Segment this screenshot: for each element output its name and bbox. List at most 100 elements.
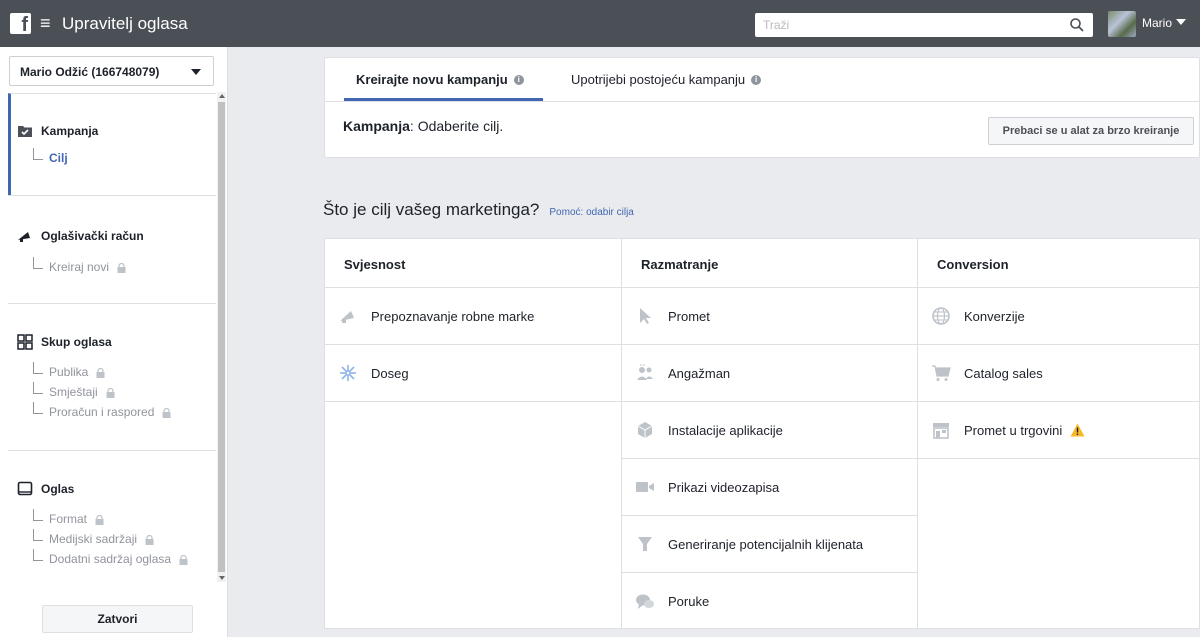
question-text: Što je cilj vašeg marketinga? [323, 200, 540, 219]
lock-icon [145, 534, 154, 545]
facebook-logo-icon[interactable]: f [10, 13, 31, 34]
user-name[interactable]: Mario [1142, 16, 1172, 30]
column-header: Razmatranje [622, 239, 917, 288]
sidebar-item-dodatni-sadrzaj[interactable]: Dodatni sadržaj oglasa [33, 549, 188, 566]
objective-label: Promet [668, 308, 710, 324]
tab-divider [325, 101, 1199, 102]
avatar[interactable] [1108, 11, 1136, 37]
objective-catalog-sales[interactable]: Catalog sales [918, 345, 1199, 402]
chevron-down-icon [191, 69, 201, 75]
objective-label: Poruke [668, 594, 710, 609]
close-button[interactable]: Zatvori [42, 605, 193, 633]
objective-prepoznavanje-robne-marke[interactable]: Prepoznavanje robne marke [325, 288, 621, 345]
objective-label: Promet u trgovini [964, 422, 1063, 438]
sidebar-divider [8, 303, 216, 304]
quick-creation-button[interactable]: Prebaci se u alat za brzo kreiranje [988, 117, 1194, 145]
sidebar-item-proracun[interactable]: Proračun i raspored [33, 402, 171, 419]
sidebar-divider [8, 195, 216, 196]
search-box [755, 13, 1093, 37]
objective-promet-u-trgovini[interactable]: Promet u trgovini [918, 402, 1199, 459]
campaign-objective-line: Kampanja: Odaberite cilj. [343, 118, 503, 134]
sidebar-item-kreiraj-novi[interactable]: Kreiraj novi [33, 257, 126, 274]
campaign-card: Kreirajte novu kampanju i Upotrijebi pos… [324, 57, 1200, 158]
search-input[interactable] [755, 13, 1055, 37]
sidebar-item-label: Smještaji [49, 385, 98, 399]
sidebar-item-label: Dodatni sadržaj oglasa [49, 552, 172, 566]
info-icon[interactable]: i [513, 74, 524, 85]
objective-konverzije[interactable]: Konverzije [918, 288, 1199, 345]
sidebar-item-label: Format [49, 512, 88, 526]
account-select[interactable]: Mario Odžić (166748079) [9, 56, 214, 86]
sidebar-section-title: Skup oglasa [41, 335, 112, 349]
grid-icon [17, 334, 33, 350]
megaphone-icon [18, 232, 30, 242]
campaign-instruction: : Odaberite cilj. [409, 118, 504, 134]
people-icon [634, 362, 656, 384]
globe-icon [930, 305, 952, 327]
sidebar-item-skup-oglasa[interactable]: Skup oglasa [17, 334, 112, 350]
sidebar-item-label: Cilj [49, 151, 68, 165]
sidebar-section-title: Kampanja [41, 124, 99, 138]
sidebar-item-label: Publika [49, 365, 89, 379]
sidebar-item-publika[interactable]: Publika [33, 362, 105, 379]
sidebar-section-title: Oglašivački račun [41, 229, 144, 243]
store-icon [930, 419, 952, 441]
sidebar-scrollbar[interactable] [217, 92, 226, 582]
info-icon[interactable]: i [751, 74, 762, 85]
cursor-icon [634, 305, 656, 327]
objective-poruke[interactable]: Poruke [622, 573, 917, 630]
lock-icon [95, 514, 104, 525]
lock-icon [162, 407, 171, 418]
column-conversion: Conversion Konverzije Catalog sales Prom… [918, 239, 1199, 628]
tab-new-campaign[interactable]: Kreirajte novu kampanju i [356, 72, 524, 87]
monitor-icon [17, 481, 33, 496]
objective-promet[interactable]: Promet [622, 288, 917, 345]
lock-icon [179, 554, 188, 565]
sidebar-section-title: Oglas [41, 482, 75, 496]
scroll-down-icon[interactable] [219, 576, 225, 580]
megaphone-icon [337, 305, 359, 327]
sidebar: Mario Odžić (166748079) Kampanja Cilj Og… [0, 47, 228, 637]
reach-icon [337, 362, 359, 384]
objective-label: Prikazi videozapisa [668, 479, 780, 495]
help-link[interactable]: Pomoć: odabir cilja [549, 207, 633, 218]
sidebar-item-oglas[interactable]: Oglas [17, 481, 74, 497]
warning-icon[interactable] [1070, 423, 1085, 437]
scrollbar-thumb[interactable] [218, 102, 225, 572]
funnel-icon [634, 533, 656, 555]
lock-icon [106, 387, 115, 398]
user-menu-caret-icon[interactable] [1176, 19, 1186, 25]
objective-doseg[interactable]: Doseg [325, 345, 621, 402]
objective-instalacije-aplikacije[interactable]: Instalacije aplikacije [622, 402, 917, 459]
hamburger-menu-icon[interactable]: ≡ [40, 13, 51, 34]
marketing-question: Što je cilj vašeg marketinga? Pomoć: oda… [323, 200, 634, 220]
sidebar-item-format[interactable]: Format [33, 509, 104, 526]
sidebar-item-oglasivacki-racun[interactable]: Oglašivački račun [17, 228, 144, 244]
objective-label: Catalog sales [964, 365, 1043, 381]
sidebar-item-kampanja[interactable]: Kampanja [17, 123, 98, 139]
column-header: Svjesnost [325, 239, 621, 288]
sidebar-item-label: Proračun i raspored [49, 405, 155, 419]
objective-label: Doseg [371, 365, 409, 381]
sidebar-item-cilj[interactable]: Cilj [33, 148, 68, 165]
objective-prikazi-videozapisa[interactable]: Prikazi videozapisa [622, 459, 917, 516]
scroll-up-icon[interactable] [219, 94, 225, 98]
sidebar-section-kampanja [8, 93, 216, 195]
sidebar-item-medijski-sadrzaji[interactable]: Medijski sadržaji [33, 529, 154, 546]
tab-existing-campaign[interactable]: Upotrijebi postojeću kampanju i [571, 72, 762, 87]
search-icon[interactable] [1069, 17, 1085, 33]
top-bar: f ≡ Upravitelj oglasa Mario [0, 0, 1200, 47]
objective-angazman[interactable]: Angažman [622, 345, 917, 402]
column-svjesnost: Svjesnost Prepoznavanje robne marke Dose… [325, 239, 622, 628]
account-name: Mario Odžić (166748079) [20, 65, 160, 79]
objective-label: Konverzije [964, 308, 1025, 324]
objective-label: Angažman [668, 365, 731, 381]
sidebar-item-label: Medijski sadržaji [49, 532, 138, 546]
cube-icon [634, 419, 656, 441]
objective-label: Instalacije aplikacije [668, 422, 783, 438]
cart-icon [930, 362, 952, 384]
sidebar-item-smjestaji[interactable]: Smještaji [33, 382, 115, 399]
lock-icon [96, 367, 105, 378]
objective-generiranje-klijenata[interactable]: Generiranje potencijalnih klijenata [622, 516, 917, 573]
app-title[interactable]: Upravitelj oglasa [62, 14, 188, 34]
